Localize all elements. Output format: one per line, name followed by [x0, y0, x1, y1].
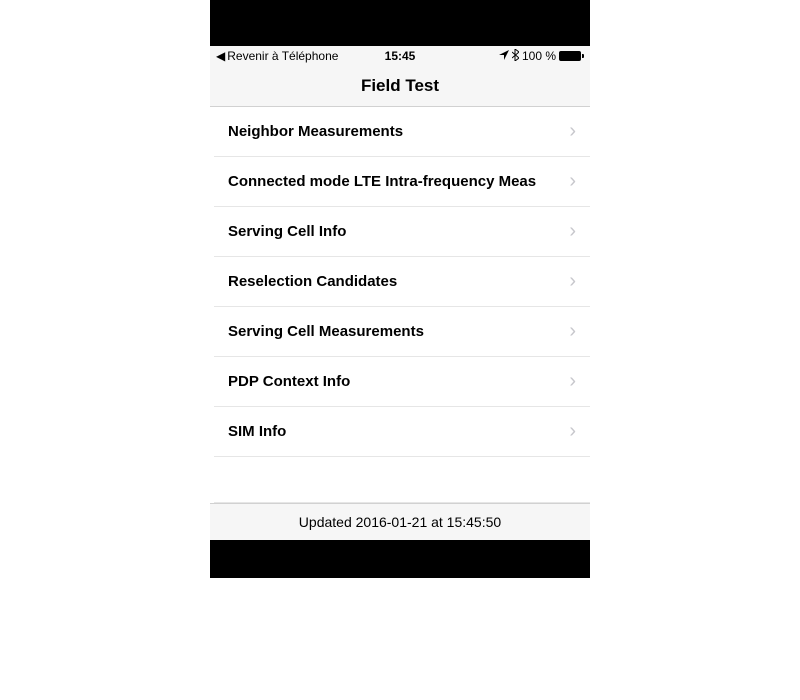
footer-bar: Updated 2016-01-21 at 15:45:50	[210, 503, 590, 540]
back-text: Revenir à Téléphone	[227, 49, 338, 63]
list-item-label: Reselection Candidates	[228, 273, 397, 290]
list-item-serving-cell-measurements[interactable]: Serving Cell Measurements ›	[214, 307, 590, 357]
chevron-right-icon: ›	[569, 220, 576, 243]
list-item-empty	[214, 457, 590, 503]
list-item-label: Neighbor Measurements	[228, 123, 403, 140]
list-item-label: Serving Cell Info	[228, 223, 346, 240]
bluetooth-icon	[512, 49, 519, 64]
page-title: Field Test	[210, 76, 590, 96]
list-item-reselection-candidates[interactable]: Reselection Candidates ›	[214, 257, 590, 307]
status-back-link[interactable]: ◀ Revenir à Téléphone	[216, 49, 338, 63]
menu-list: Neighbor Measurements › Connected mode L…	[210, 107, 590, 503]
status-time: 15:45	[385, 49, 416, 63]
list-item-label: Serving Cell Measurements	[228, 323, 424, 340]
status-right: 100 %	[499, 49, 584, 64]
top-bezel	[210, 0, 590, 46]
list-item-label: Connected mode LTE Intra-frequency Meas	[228, 173, 536, 190]
list-item-sim-info[interactable]: SIM Info ›	[214, 407, 590, 457]
back-arrow-icon: ◀	[216, 49, 225, 63]
list-item-serving-cell-info[interactable]: Serving Cell Info ›	[214, 207, 590, 257]
list-item-label: PDP Context Info	[228, 373, 350, 390]
chevron-right-icon: ›	[569, 420, 576, 443]
status-bar: ◀ Revenir à Téléphone 15:45 100 %	[210, 46, 590, 66]
chevron-right-icon: ›	[569, 270, 576, 293]
chevron-right-icon: ›	[569, 170, 576, 193]
footer-text: Updated 2016-01-21 at 15:45:50	[299, 514, 501, 530]
battery-percent: 100 %	[522, 49, 556, 63]
device-frame: ◀ Revenir à Téléphone 15:45 100 % Field …	[210, 0, 590, 578]
list-item-pdp-context-info[interactable]: PDP Context Info ›	[214, 357, 590, 407]
battery-icon	[559, 51, 584, 61]
list-item-label: SIM Info	[228, 423, 286, 440]
chevron-right-icon: ›	[569, 370, 576, 393]
location-icon	[499, 49, 509, 63]
bottom-bezel	[210, 540, 590, 578]
chevron-right-icon: ›	[569, 320, 576, 343]
nav-header: Field Test	[210, 66, 590, 107]
chevron-right-icon: ›	[569, 120, 576, 143]
list-item-neighbor-measurements[interactable]: Neighbor Measurements ›	[214, 107, 590, 157]
list-item-connected-mode[interactable]: Connected mode LTE Intra-frequency Meas …	[214, 157, 590, 207]
